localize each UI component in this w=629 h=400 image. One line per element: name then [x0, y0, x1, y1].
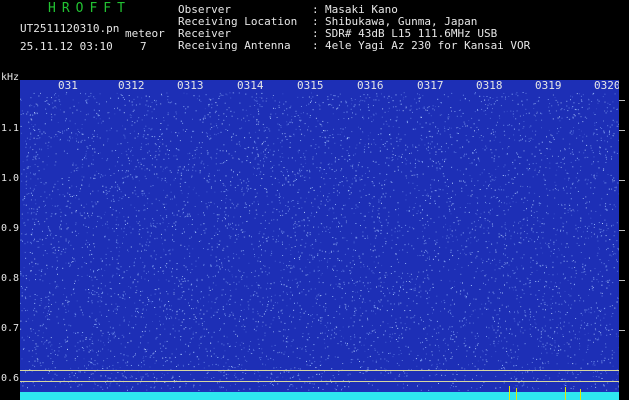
scale-tick: [619, 330, 625, 331]
header-panel: HROFFT UT2511120310.pn meteor 25.11.12 0…: [0, 0, 629, 78]
scale-tick: [619, 230, 625, 231]
noise-texture: [20, 92, 619, 391]
signal-spike: [580, 389, 581, 400]
time-label: 0317: [417, 80, 444, 92]
filename-label: UT2511120310.pn: [20, 22, 120, 35]
event-count: 7: [140, 40, 147, 53]
y-tick-label: 1.0: [1, 173, 20, 184]
scale-tick: [619, 180, 625, 181]
y-tick-label: 0.6: [1, 373, 20, 384]
y-tick-label: 0.8: [1, 273, 20, 284]
signal-spike: [509, 386, 510, 400]
time-label: 0314: [237, 80, 264, 92]
scale-tick: [619, 280, 625, 281]
scale-tick: [619, 130, 625, 131]
right-scale: [619, 80, 629, 400]
time-label: 031: [58, 80, 78, 92]
y-tick-label: 0.9: [1, 223, 20, 234]
scale-tick: [619, 100, 625, 101]
brand-title: HROFFT: [48, 1, 131, 16]
signal-spike: [565, 387, 566, 400]
time-label: 0320: [594, 80, 619, 92]
info-key: Receiving Antenna: [178, 39, 291, 52]
guide-line-upper: [20, 370, 619, 371]
date-time: 25.11.12 03:10: [20, 40, 113, 53]
antenna-row: Receiving Antenna : 4ele Yagi Az 230 for…: [178, 40, 530, 52]
time-label: 0315: [297, 80, 324, 92]
spectrogram-plot[interactable]: 031 0312 0313 0314 0315 0316 0317 0318 0…: [20, 80, 619, 400]
guide-line-lower: [20, 381, 619, 382]
time-label: 0318: [476, 80, 503, 92]
time-label: 0316: [357, 80, 384, 92]
baseline-band: [20, 392, 619, 400]
time-label: 0319: [535, 80, 562, 92]
filename-tag: meteor: [125, 27, 165, 40]
y-axis: 1.1 1.0 0.9 0.8 0.7 0.6: [0, 80, 20, 400]
signal-spike: [516, 388, 517, 400]
y-tick-label: 0.7: [1, 323, 20, 334]
y-tick-label: 1.1: [1, 123, 20, 134]
info-value: 4ele Yagi Az 230 for Kansai VOR: [325, 39, 531, 52]
station-info: Observer : Masaki Kano Receiving Locatio…: [178, 4, 530, 52]
time-label: 0312: [118, 80, 145, 92]
info-separator: :: [312, 39, 319, 52]
time-label: 0313: [177, 80, 204, 92]
